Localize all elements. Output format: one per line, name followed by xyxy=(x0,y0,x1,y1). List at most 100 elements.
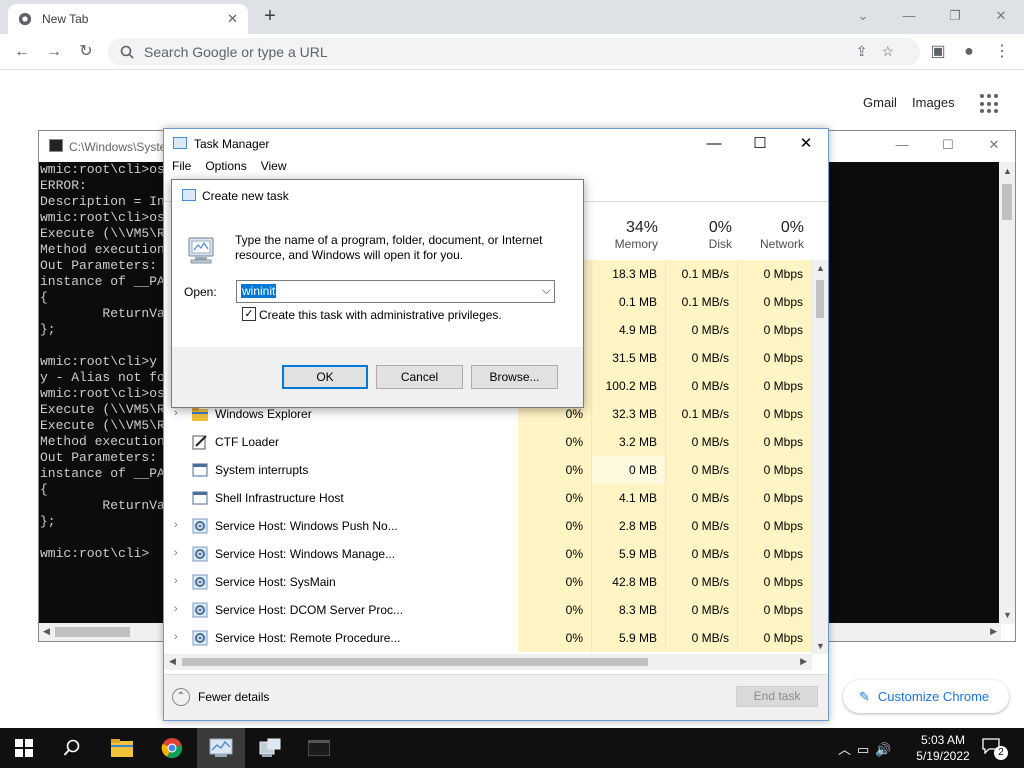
tab-title: New Tab xyxy=(42,12,89,26)
share-and-bookmark-icons[interactable]: ⇪☆ xyxy=(856,43,908,60)
process-disk: 0 MB/s xyxy=(666,428,738,456)
tm-horizontal-scrollbar[interactable]: ◀ ▶ xyxy=(164,654,812,670)
cancel-button[interactable]: Cancel xyxy=(376,365,463,389)
customize-chrome-button[interactable]: ✎ Customize Chrome xyxy=(843,680,1009,713)
side-panel-icon[interactable]: ▣ xyxy=(926,40,950,64)
process-name: CTF Loader xyxy=(215,435,280,449)
ok-button[interactable]: OK xyxy=(282,365,368,389)
task-manager-icon xyxy=(173,137,187,149)
cmd-maximize-button[interactable]: ☐ xyxy=(925,131,971,159)
process-row[interactable]: System interrupts 0% 0 MB 0 MB/s 0 Mbps xyxy=(164,456,812,484)
gear-icon xyxy=(192,630,208,646)
process-row[interactable]: › Service Host: Remote Procedure... 0% 5.9 … xyxy=(164,624,812,652)
end-task-button[interactable]: End task xyxy=(736,686,818,707)
forward-button[interactable]: → xyxy=(42,40,66,64)
fewer-details-button[interactable]: ⌃ Fewer details xyxy=(172,688,269,706)
taskbar-search-button[interactable] xyxy=(48,728,96,768)
scroll-up-icon[interactable]: ▲ xyxy=(1003,166,1012,176)
chevron-right-icon[interactable]: › xyxy=(174,519,178,531)
chrome-close-button[interactable]: ✕ xyxy=(978,2,1024,30)
images-link[interactable]: Images xyxy=(912,95,955,110)
reload-button[interactable]: ↻ xyxy=(74,40,98,64)
profile-avatar-icon[interactable]: ● xyxy=(957,40,981,64)
start-button[interactable] xyxy=(0,728,48,768)
back-button[interactable]: ← xyxy=(10,40,34,64)
console-icon xyxy=(308,740,330,756)
chrome-tab-new-tab[interactable]: New Tab ✕ xyxy=(8,4,248,34)
new-tab-button[interactable]: + xyxy=(258,5,282,29)
chevron-right-icon[interactable]: › xyxy=(174,575,178,587)
process-network: 0 Mbps xyxy=(738,512,812,540)
chevron-right-icon[interactable]: › xyxy=(174,603,178,615)
column-header-network[interactable]: 0% Network xyxy=(740,219,804,251)
cmd-vscroll-thumb[interactable] xyxy=(1002,184,1012,220)
cmd-hscroll-thumb[interactable] xyxy=(55,627,130,637)
chrome-tab-strip: New Tab ✕ + ⌄ — ❐ ✕ xyxy=(0,0,1024,34)
scroll-right-icon[interactable]: ▶ xyxy=(990,626,997,637)
scroll-down-icon[interactable]: ▼ xyxy=(1003,610,1012,620)
omnibox-placeholder: Search Google or type a URL xyxy=(144,44,328,60)
action-center-button[interactable]: 2 xyxy=(982,738,1008,760)
tray-clock[interactable]: 5:03 AM 5/19/2022 xyxy=(912,732,974,764)
gmail-link[interactable]: Gmail xyxy=(863,95,897,110)
chrome-minimize-button[interactable]: — xyxy=(886,2,932,30)
chrome-restore-button[interactable]: ❐ xyxy=(932,2,978,30)
process-network: 0 Mbps xyxy=(738,316,812,344)
menu-file[interactable]: File xyxy=(172,159,191,179)
scroll-up-icon[interactable]: ▲ xyxy=(816,263,825,273)
system-tray-icons[interactable]: ︿▭🔊 xyxy=(838,739,897,758)
chevron-down-icon[interactable]: ⌵ xyxy=(542,283,551,298)
process-name: Service Host: Remote Procedure... xyxy=(215,631,401,645)
cmd-minimize-button[interactable]: — xyxy=(879,131,925,159)
process-row[interactable]: Shell Infrastructure Host 0% 4.1 MB 0 MB/s 0… xyxy=(164,484,812,512)
column-header-disk[interactable]: 0% Disk xyxy=(668,219,732,251)
menu-options[interactable]: Options xyxy=(205,159,246,179)
column-header-memory[interactable]: 34% Memory xyxy=(594,219,658,251)
omnibox[interactable]: Search Google or type a URL ⇪☆ xyxy=(108,38,920,66)
browse-button[interactable]: Browse... xyxy=(471,365,558,389)
scroll-left-icon[interactable]: ◀ xyxy=(43,626,50,637)
cmd-close-button[interactable]: ✕ xyxy=(971,131,1017,159)
chevron-right-icon[interactable]: › xyxy=(174,407,178,419)
process-cpu: 0% xyxy=(518,568,592,596)
tm-minimize-button[interactable]: — xyxy=(691,133,737,155)
tm-vscroll-thumb[interactable] xyxy=(816,280,824,318)
admin-privileges-checkbox[interactable]: ✓ xyxy=(242,307,256,321)
tm-close-button[interactable]: ✕ xyxy=(783,133,829,155)
tm-maximize-button[interactable]: ☐ xyxy=(737,133,783,155)
scroll-down-icon[interactable]: ▼ xyxy=(816,641,825,651)
create-new-task-dialog[interactable]: Create new task Type the name of a progr… xyxy=(171,179,584,408)
open-combobox[interactable]: wininit ⌵ xyxy=(236,280,555,303)
scroll-right-icon[interactable]: ▶ xyxy=(800,656,807,667)
cmd-vertical-scrollbar[interactable]: ▲ ▼ xyxy=(999,162,1015,624)
chevron-right-icon[interactable]: › xyxy=(174,547,178,559)
taskbar-cmd[interactable] xyxy=(295,728,343,768)
admin-privileges-label[interactable]: Create this task with administrative pri… xyxy=(259,308,502,322)
process-disk: 0 MB/s xyxy=(666,512,738,540)
tab-close-icon[interactable]: ✕ xyxy=(227,11,238,27)
taskbar-run-app[interactable] xyxy=(246,728,294,768)
process-network: 0 Mbps xyxy=(738,484,812,512)
taskbar-chrome[interactable] xyxy=(148,728,196,768)
taskbar-file-explorer[interactable] xyxy=(98,728,146,768)
menu-view[interactable]: View xyxy=(261,159,287,179)
google-apps-icon[interactable] xyxy=(980,94,1000,114)
taskbar-task-manager[interactable] xyxy=(197,728,245,768)
tm-hscroll-thumb[interactable] xyxy=(182,658,648,666)
process-disk: 0 MB/s xyxy=(666,372,738,400)
chrome-menu-icon[interactable]: ⋮ xyxy=(990,40,1014,64)
process-row[interactable]: › Service Host: Windows Push No... 0% 2.8 M… xyxy=(164,512,812,540)
gear-icon xyxy=(192,546,208,562)
process-row[interactable]: CTF Loader 0% 3.2 MB 0 MB/s 0 Mbps xyxy=(164,428,812,456)
dialog-content: Type the name of a program, folder, docu… xyxy=(172,211,583,347)
process-name: Service Host: Windows Manage... xyxy=(215,547,396,561)
chevron-right-icon[interactable]: › xyxy=(174,631,178,643)
process-row[interactable]: › Service Host: DCOM Server Proc... 0% 8.3 … xyxy=(164,596,812,624)
open-combobox-value[interactable]: wininit xyxy=(241,284,277,298)
process-row[interactable]: › Service Host: SysMain 0% 42.8 MB 0 MB/s 0 M… xyxy=(164,568,812,596)
process-row[interactable]: › Service Host: Windows Manage... 0% 5.9 MB… xyxy=(164,540,812,568)
tm-vertical-scrollbar[interactable]: ▲ ▼ xyxy=(812,260,828,654)
tab-search-icon[interactable]: ⌄ xyxy=(840,2,886,30)
dialog-titlebar[interactable]: Create new task xyxy=(172,180,583,211)
scroll-left-icon[interactable]: ◀ xyxy=(169,656,176,667)
